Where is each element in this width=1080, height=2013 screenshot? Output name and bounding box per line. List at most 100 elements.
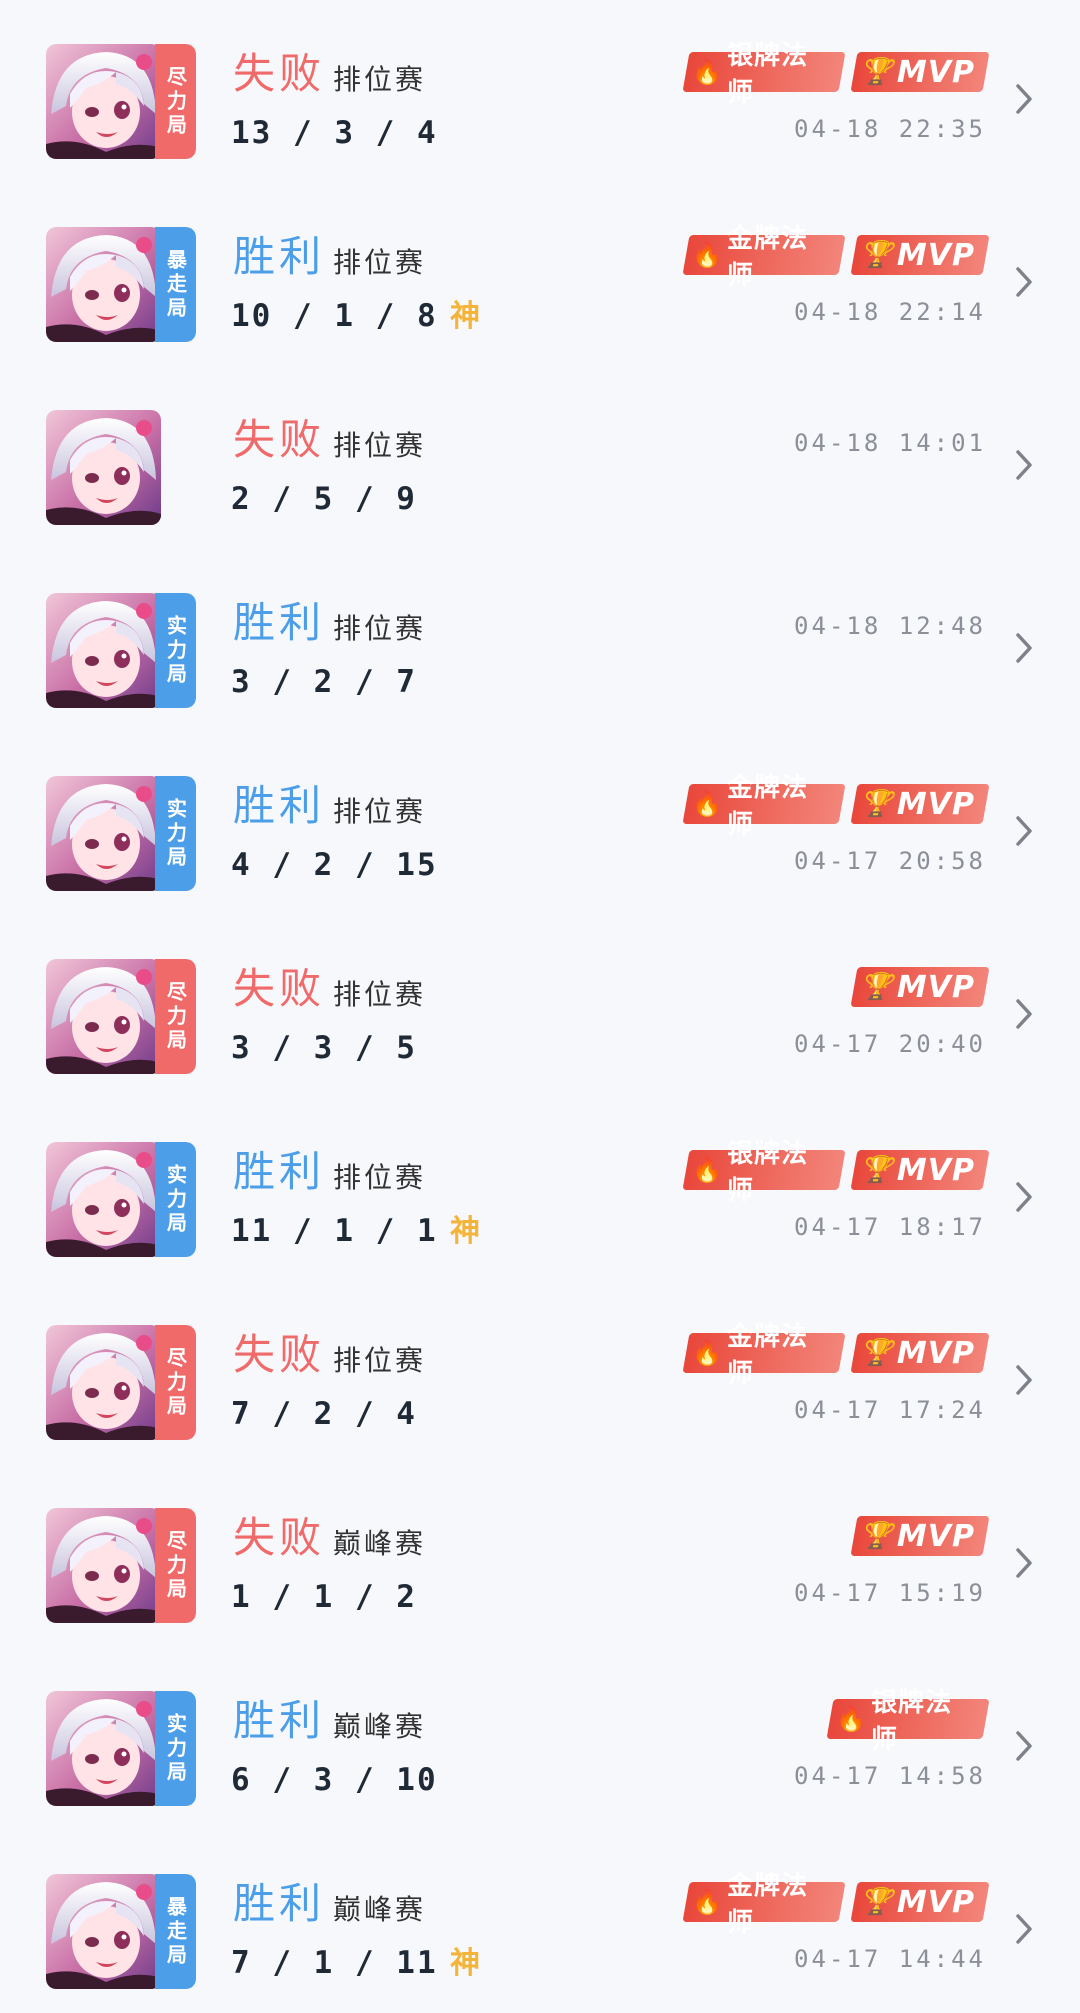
match-time: 04-17 17:24 — [794, 1396, 986, 1424]
hero-portrait — [46, 776, 161, 891]
mvp-badge: 🏆 MVP — [850, 52, 990, 92]
mvp-badge-label: MVP — [897, 1884, 976, 1920]
hero-avatar: 实力局 — [46, 776, 196, 891]
mvp-badge: 🏆 MVP — [850, 784, 990, 824]
match-quality-ribbon: 暴走局 — [155, 227, 196, 342]
match-mode: 排位赛 — [333, 795, 427, 828]
kda-score: 6 / 3 / 10 — [231, 1762, 438, 1798]
trophy-icon: 🏆 — [860, 240, 894, 270]
mvp-badge: 🏆 MVP — [850, 235, 990, 275]
match-mode: 排位赛 — [333, 612, 427, 645]
match-quality-ribbon: 尽力局 — [155, 959, 196, 1074]
match-quality-ribbon: 实力局 — [155, 776, 196, 891]
chevron-right-icon[interactable] — [1014, 265, 1036, 299]
trophy-icon: 🏆 — [860, 1338, 894, 1368]
badge-group: 🔥 金牌法师 🏆 MVP — [682, 773, 990, 840]
chevron-right-icon[interactable] — [1014, 448, 1036, 482]
match-result: 失败 — [233, 415, 326, 464]
chevron-right-icon[interactable] — [1014, 814, 1036, 848]
chevron-right-icon[interactable] — [1014, 1546, 1036, 1580]
chevron-right-icon[interactable] — [1014, 997, 1036, 1031]
match-mode: 巅峰赛 — [333, 1527, 427, 1560]
match-row[interactable]: 实力局 胜利 巅峰赛 6 / 3 / 10 🔥 银牌法师 04-17 14:58 — [0, 1647, 1080, 1830]
match-quality-ribbon: 实力局 — [155, 1142, 196, 1257]
hero-portrait — [46, 1874, 161, 1989]
match-row[interactable]: 实力局 胜利 排位赛 3 / 2 / 7 04-18 12:48 — [0, 549, 1080, 732]
god-label: 神 — [450, 299, 480, 334]
chevron-right-icon[interactable] — [1014, 1363, 1036, 1397]
trophy-icon: 🏆 — [860, 789, 894, 819]
trophy-icon: 🏆 — [860, 1521, 894, 1551]
rank-badge: 🔥 金牌法师 — [682, 1871, 846, 1938]
mvp-badge: 🏆 MVP — [850, 1882, 990, 1922]
chevron-right-icon[interactable] — [1014, 1912, 1036, 1946]
chevron-right-icon[interactable] — [1014, 631, 1036, 665]
match-time: 04-17 15:19 — [794, 1579, 986, 1607]
flame-icon: 🔥 — [692, 58, 723, 86]
hero-avatar: 尽力局 — [46, 1508, 196, 1623]
mvp-badge: 🏆 MVP — [850, 1333, 990, 1373]
match-row[interactable]: 实力局 胜利 排位赛 4 / 2 / 15 🔥 金牌法师 🏆 MVP 04-17 2… — [0, 732, 1080, 915]
kda-score: 10 / 1 / 8 — [231, 298, 438, 334]
match-time: 04-17 14:44 — [794, 1945, 986, 1973]
flame-icon: 🔥 — [692, 1888, 723, 1916]
match-quality-ribbon: 实力局 — [155, 593, 196, 708]
mvp-badge-label: MVP — [897, 1152, 976, 1188]
rank-badge-label: 金牌法师 — [726, 1871, 808, 1938]
mvp-badge-label: MVP — [897, 237, 976, 273]
mvp-badge: 🏆 MVP — [850, 967, 990, 1007]
rank-badge: 🔥 金牌法师 — [682, 1322, 846, 1389]
mvp-badge-label: MVP — [897, 54, 976, 90]
kda-score: 3 / 2 / 7 — [231, 664, 417, 700]
match-row[interactable]: 尽力局 失败 排位赛 13 / 3 / 4 🔥 银牌法师 🏆 MVP 04-18 2… — [0, 0, 1080, 183]
match-time: 04-18 14:01 — [794, 429, 986, 457]
match-quality-ribbon: 暴走局 — [155, 1874, 196, 1989]
god-label: 神 — [450, 1214, 480, 1249]
hero-avatar: 实力局 — [46, 1691, 196, 1806]
match-result: 失败 — [233, 964, 326, 1013]
match-row[interactable]: 尽力局 失败 排位赛 7 / 2 / 4 🔥 金牌法师 🏆 MVP 04-17 17… — [0, 1281, 1080, 1464]
rank-badge: 🔥 银牌法师 — [682, 1139, 846, 1206]
match-result: 失败 — [233, 49, 326, 98]
match-row[interactable]: 失败 排位赛 2 / 5 / 9 04-18 14:01 — [0, 366, 1080, 549]
match-result: 胜利 — [233, 1879, 326, 1928]
flame-icon: 🔥 — [692, 790, 723, 818]
kda-score: 11 / 1 / 1 — [231, 1213, 438, 1249]
match-row[interactable]: 暴走局 胜利 排位赛 10 / 1 / 8 神 🔥 金牌法师 🏆 MVP 04-18… — [0, 183, 1080, 366]
chevron-right-icon[interactable] — [1014, 1729, 1036, 1763]
match-quality-ribbon: 尽力局 — [155, 1508, 196, 1623]
mvp-badge-label: MVP — [897, 969, 976, 1005]
match-mode: 排位赛 — [333, 429, 427, 462]
badge-group: 🔥 银牌法师 — [826, 1688, 990, 1755]
match-result: 失败 — [233, 1330, 326, 1379]
chevron-right-icon[interactable] — [1014, 1180, 1036, 1214]
match-mode: 排位赛 — [333, 246, 427, 279]
hero-portrait — [46, 959, 161, 1074]
chevron-right-icon[interactable] — [1014, 82, 1036, 116]
kda-score: 4 / 2 / 15 — [231, 847, 438, 883]
match-result: 胜利 — [233, 1696, 326, 1745]
hero-portrait — [46, 593, 161, 708]
hero-avatar: 尽力局 — [46, 959, 196, 1074]
god-label: 神 — [450, 1946, 480, 1981]
flame-icon: 🔥 — [836, 1705, 867, 1733]
hero-portrait — [46, 1508, 161, 1623]
hero-avatar: 暴走局 — [46, 1874, 196, 1989]
match-mode: 巅峰赛 — [333, 1710, 427, 1743]
hero-portrait — [46, 44, 161, 159]
match-mode: 排位赛 — [333, 1344, 427, 1377]
badge-group: 🔥 银牌法师 🏆 MVP — [682, 1139, 990, 1206]
match-row[interactable]: 实力局 胜利 排位赛 11 / 1 / 1 神 🔥 银牌法师 🏆 MVP 04-17… — [0, 1098, 1080, 1281]
match-row[interactable]: 暴走局 胜利 巅峰赛 7 / 1 / 11 神 🔥 金牌法师 🏆 MVP 04-17… — [0, 1830, 1080, 2013]
kda-score: 13 / 3 / 4 — [231, 115, 438, 151]
mvp-badge-label: MVP — [897, 786, 976, 822]
badge-group: 🔥 金牌法师 🏆 MVP — [682, 224, 990, 291]
match-row[interactable]: 尽力局 失败 巅峰赛 1 / 1 / 2 🏆 MVP 04-17 15:19 — [0, 1464, 1080, 1647]
hero-avatar: 尽力局 — [46, 1325, 196, 1440]
match-time: 04-18 12:48 — [794, 612, 986, 640]
match-time: 04-17 14:58 — [794, 1762, 986, 1790]
trophy-icon: 🏆 — [860, 1887, 894, 1917]
match-row[interactable]: 尽力局 失败 排位赛 3 / 3 / 5 🏆 MVP 04-17 20:40 — [0, 915, 1080, 1098]
badge-group: 🔥 金牌法师 🏆 MVP — [682, 1871, 990, 1938]
hero-portrait — [46, 1142, 161, 1257]
